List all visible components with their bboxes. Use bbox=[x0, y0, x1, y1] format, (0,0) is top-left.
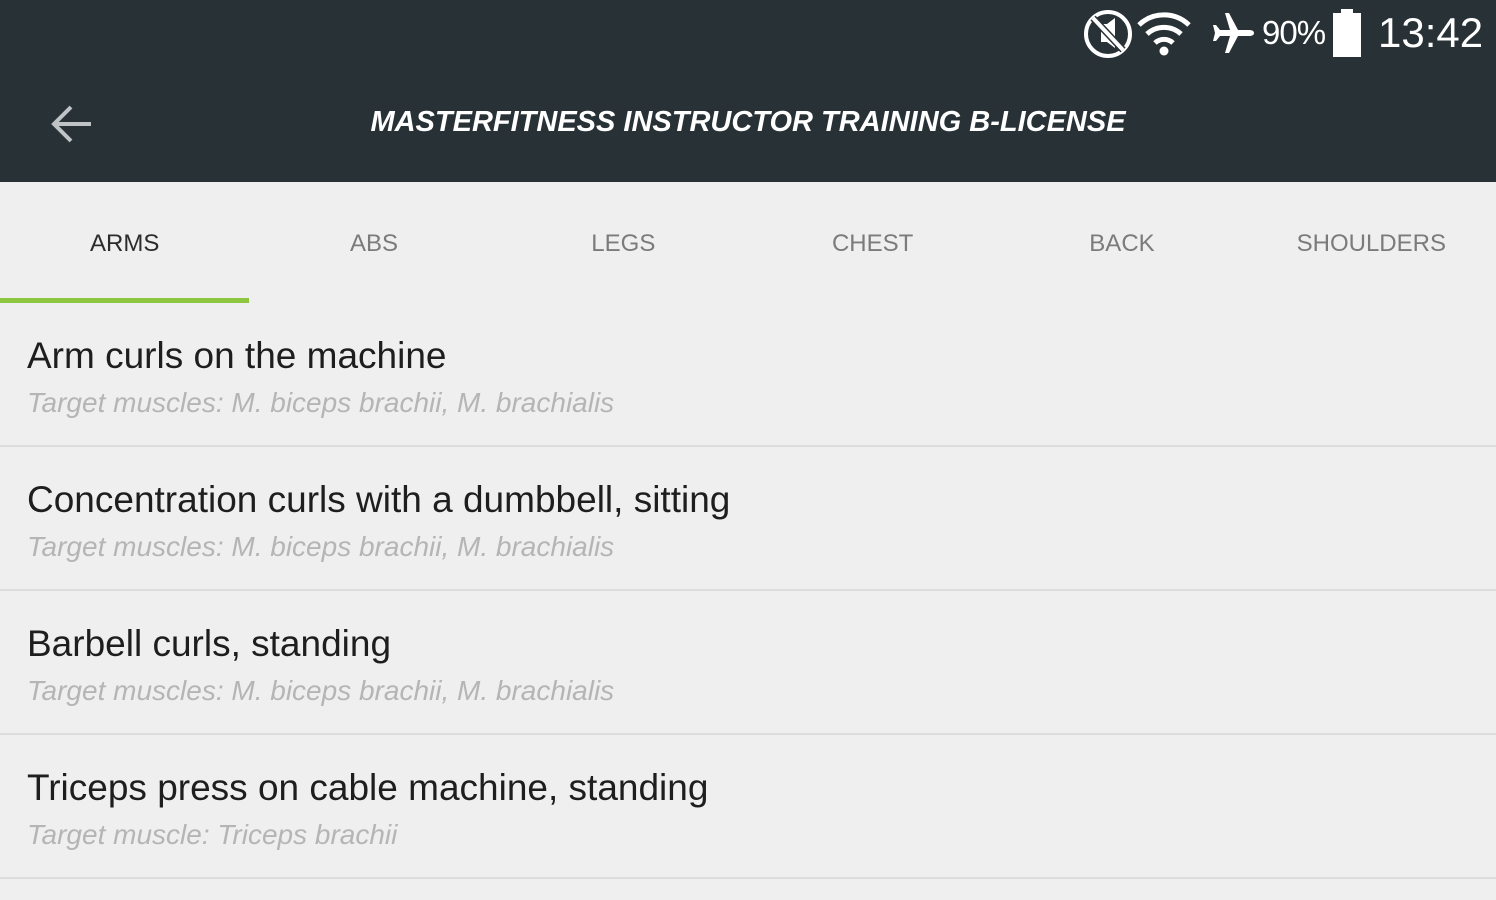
app-header: 90% 13:42 MASTERFITNESS INSTRUCTOR TRAIN… bbox=[0, 0, 1496, 182]
exercise-title: Concentration curls with a dumbbell, sit… bbox=[27, 479, 731, 520]
toolbar: MASTERFITNESS INSTRUCTOR TRAINING B-LICE… bbox=[0, 66, 1496, 182]
tab-label: CHEST bbox=[831, 229, 914, 257]
exercise-item-concentration-curls[interactable]: Concentration curls with a dumbbell, sit… bbox=[0, 447, 1496, 591]
airplane-icon bbox=[1208, 0, 1258, 66]
clock: 13:42 bbox=[1378, 9, 1484, 56]
tab-label: ABS bbox=[349, 229, 398, 257]
exercise-item-arm-curls[interactable]: Arm curls on the machine Target muscles:… bbox=[0, 303, 1496, 447]
tab-abs[interactable]: ABS bbox=[249, 182, 498, 303]
exercise-list: Arm curls on the machine Target muscles:… bbox=[0, 303, 1496, 879]
tab-legs[interactable]: LEGS bbox=[499, 182, 748, 303]
exercise-target-muscles: Target muscles: M. biceps brachii, M. br… bbox=[27, 387, 615, 418]
category-tabs: ARMS ABS LEGS CHEST BACK SHOULDERS bbox=[0, 182, 1496, 303]
status-bar: 90% 13:42 bbox=[896, 0, 1496, 66]
mute-icon bbox=[1082, 0, 1134, 66]
tab-arms[interactable]: ARMS bbox=[0, 182, 250, 303]
exercise-item-barbell-curls[interactable]: Barbell curls, standing Target muscles: … bbox=[0, 591, 1496, 735]
tab-label: LEGS bbox=[591, 229, 656, 257]
exercise-title: Arm curls on the machine bbox=[27, 335, 447, 376]
exercise-target-muscles: Target muscle: Triceps brachii bbox=[27, 819, 398, 850]
tab-shoulders[interactable]: SHOULDERS bbox=[1247, 182, 1496, 303]
tab-label: SHOULDERS bbox=[1296, 229, 1446, 257]
exercise-title: Triceps press on cable machine, standing bbox=[27, 767, 709, 808]
wifi-icon bbox=[1136, 0, 1192, 66]
tab-label: ARMS bbox=[89, 229, 160, 257]
page-title: MASTERFITNESS INSTRUCTOR TRAINING B-LICE… bbox=[370, 106, 1126, 138]
battery-percent: 90% bbox=[1262, 14, 1326, 51]
tab-back[interactable]: BACK bbox=[997, 182, 1246, 303]
exercise-target-muscles: Target muscles: M. biceps brachii, M. br… bbox=[27, 531, 615, 562]
battery-icon bbox=[1331, 0, 1363, 66]
exercise-title: Barbell curls, standing bbox=[27, 623, 392, 664]
exercise-target-muscles: Target muscles: M. biceps brachii, M. br… bbox=[27, 675, 615, 706]
tab-chest[interactable]: CHEST bbox=[748, 182, 997, 303]
exercise-item-triceps-press[interactable]: Triceps press on cable machine, standing… bbox=[0, 735, 1496, 879]
tab-label: BACK bbox=[1089, 229, 1155, 257]
